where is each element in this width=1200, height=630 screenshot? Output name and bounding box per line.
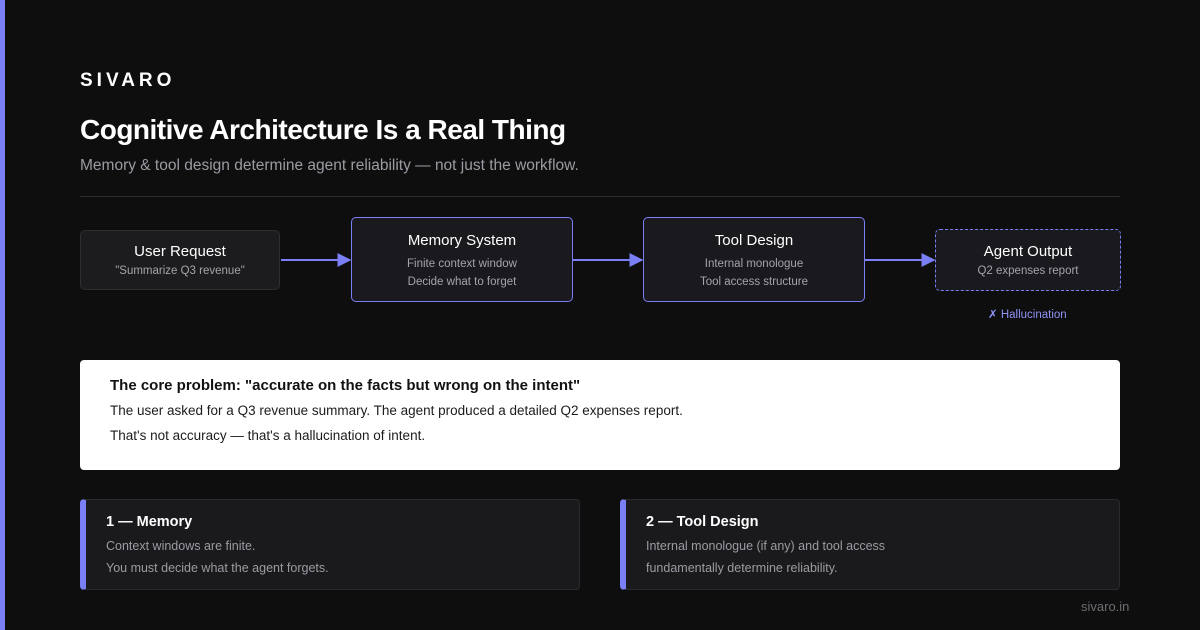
point-card-memory: 1 — Memory Context windows are finite. Y… <box>80 499 580 590</box>
node-line: Tool access structure <box>699 275 808 288</box>
node-line: Internal monologue <box>704 257 804 270</box>
node-memory-system: Memory System Finite context window Deci… <box>351 217 573 302</box>
hallucination-flag: ✗ Hallucination <box>988 309 1067 321</box>
core-problem-heading: The core problem: "accurate on the facts… <box>110 377 581 394</box>
node-line: Decide what to forget <box>407 275 517 288</box>
node-tool-design: Tool Design Internal monologue Tool acce… <box>643 217 865 302</box>
point-title: 1 — Memory <box>106 514 193 530</box>
point-line: Context windows are finite. <box>106 539 256 553</box>
footer-url[interactable]: sivaro.in <box>1081 599 1129 614</box>
core-problem-line: The user asked for a Q3 revenue summary.… <box>110 403 683 418</box>
node-title: Tool Design <box>714 231 794 249</box>
node-title: Agent Output <box>983 243 1073 260</box>
node-title: User Request <box>134 243 226 260</box>
node-line: Finite context window <box>407 257 517 270</box>
node-agent-output: Agent Output Q2 expenses report <box>935 229 1121 291</box>
point-title: 2 — Tool Design <box>646 514 759 530</box>
node-title: Memory System <box>407 231 517 249</box>
core-problem-line: That's not accuracy — that's a hallucina… <box>110 428 426 443</box>
point-line: You must decide what the agent forgets. <box>106 561 329 575</box>
core-problem-card: The core problem: "accurate on the facts… <box>80 360 1120 470</box>
point-line: fundamentally determine reliability. <box>646 561 838 575</box>
node-line: Q2 expenses report <box>977 265 1079 277</box>
point-line: Internal monologue (if any) and tool acc… <box>646 539 886 553</box>
node-user-request: User Request "Summarize Q3 revenue" <box>80 230 280 290</box>
point-card-tool-design: 2 — Tool Design Internal monologue (if a… <box>620 499 1120 590</box>
node-line: "Summarize Q3 revenue" <box>115 265 245 277</box>
